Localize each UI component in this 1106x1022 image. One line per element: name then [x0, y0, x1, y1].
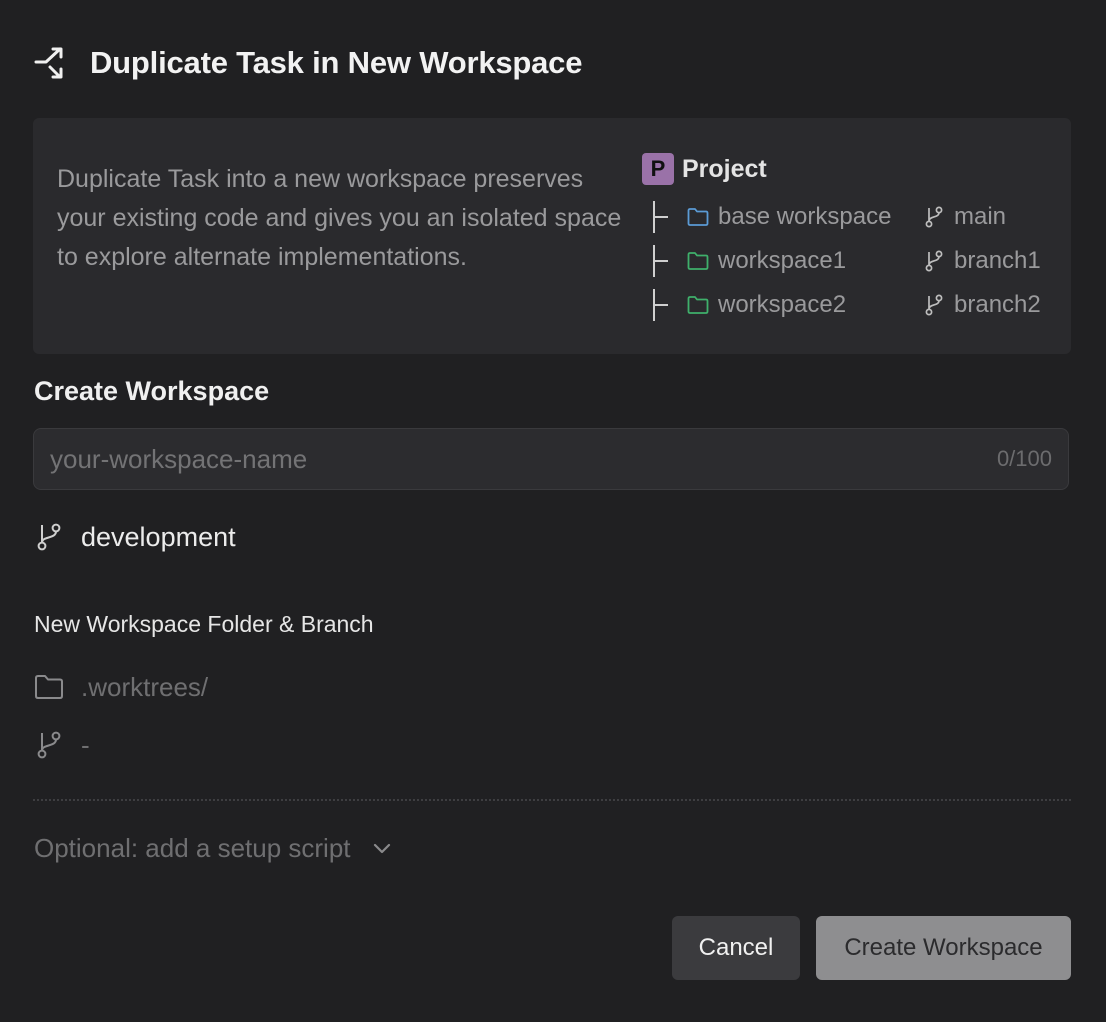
new-branch-name: -: [81, 730, 90, 760]
tree-workspace-name: workspace1: [718, 247, 847, 274]
project-label: Project: [682, 155, 767, 183]
base-branch-selector[interactable]: development: [81, 518, 236, 556]
folder-icon: [687, 296, 709, 314]
character-counter: 0/100: [996, 446, 1052, 471]
chevron-down-icon: [373, 843, 390, 854]
cancel-button[interactable]: Cancel: [672, 916, 800, 980]
tree-connector-icon: [653, 289, 668, 321]
dotted-divider: [33, 799, 1071, 801]
tree-branch-name: branch1: [954, 247, 1041, 274]
git-branch-icon: [34, 730, 64, 760]
create-workspace-button[interactable]: Create Workspace: [816, 916, 1071, 980]
project-badge: P: [642, 153, 674, 185]
git-branch-icon: [925, 294, 943, 316]
tree-row-workspace2: workspace2 branch2: [645, 287, 1055, 323]
dialog-title: Duplicate Task in New Workspace: [90, 45, 583, 80]
workspace-folder-path: .worktrees/: [81, 672, 209, 702]
tree-workspace-name: base workspace: [718, 203, 892, 230]
folder-icon: [687, 252, 709, 270]
git-branch-icon: [925, 206, 943, 228]
git-branch-icon: [925, 250, 943, 272]
folder-icon: [34, 673, 64, 701]
section-title: Create Workspace: [34, 376, 270, 406]
tree-branch-name: branch2: [954, 291, 1041, 318]
workspace-name-field[interactable]: 0/100: [33, 428, 1069, 490]
setup-script-toggle[interactable]: Optional: add a setup script: [34, 828, 393, 868]
folder-branch-label: New Workspace Folder & Branch: [34, 611, 374, 637]
setup-script-label: Optional: add a setup script: [34, 833, 351, 863]
tree-workspace-name: workspace2: [718, 291, 847, 318]
fork-arrows-icon: [34, 44, 72, 82]
tree-row-workspace1: workspace1 branch1: [645, 243, 1055, 279]
tree-branch-name: main: [954, 203, 1007, 230]
info-description: Duplicate Task into a new workspace pres…: [57, 165, 622, 271]
folder-icon: [687, 208, 709, 226]
git-branch-icon: [34, 522, 64, 552]
tree-row-base-workspace: base workspace main: [645, 199, 1055, 235]
tree-connector-icon: [653, 245, 668, 277]
tree-connector-icon: [653, 201, 668, 233]
workspace-name-input[interactable]: [50, 429, 950, 489]
